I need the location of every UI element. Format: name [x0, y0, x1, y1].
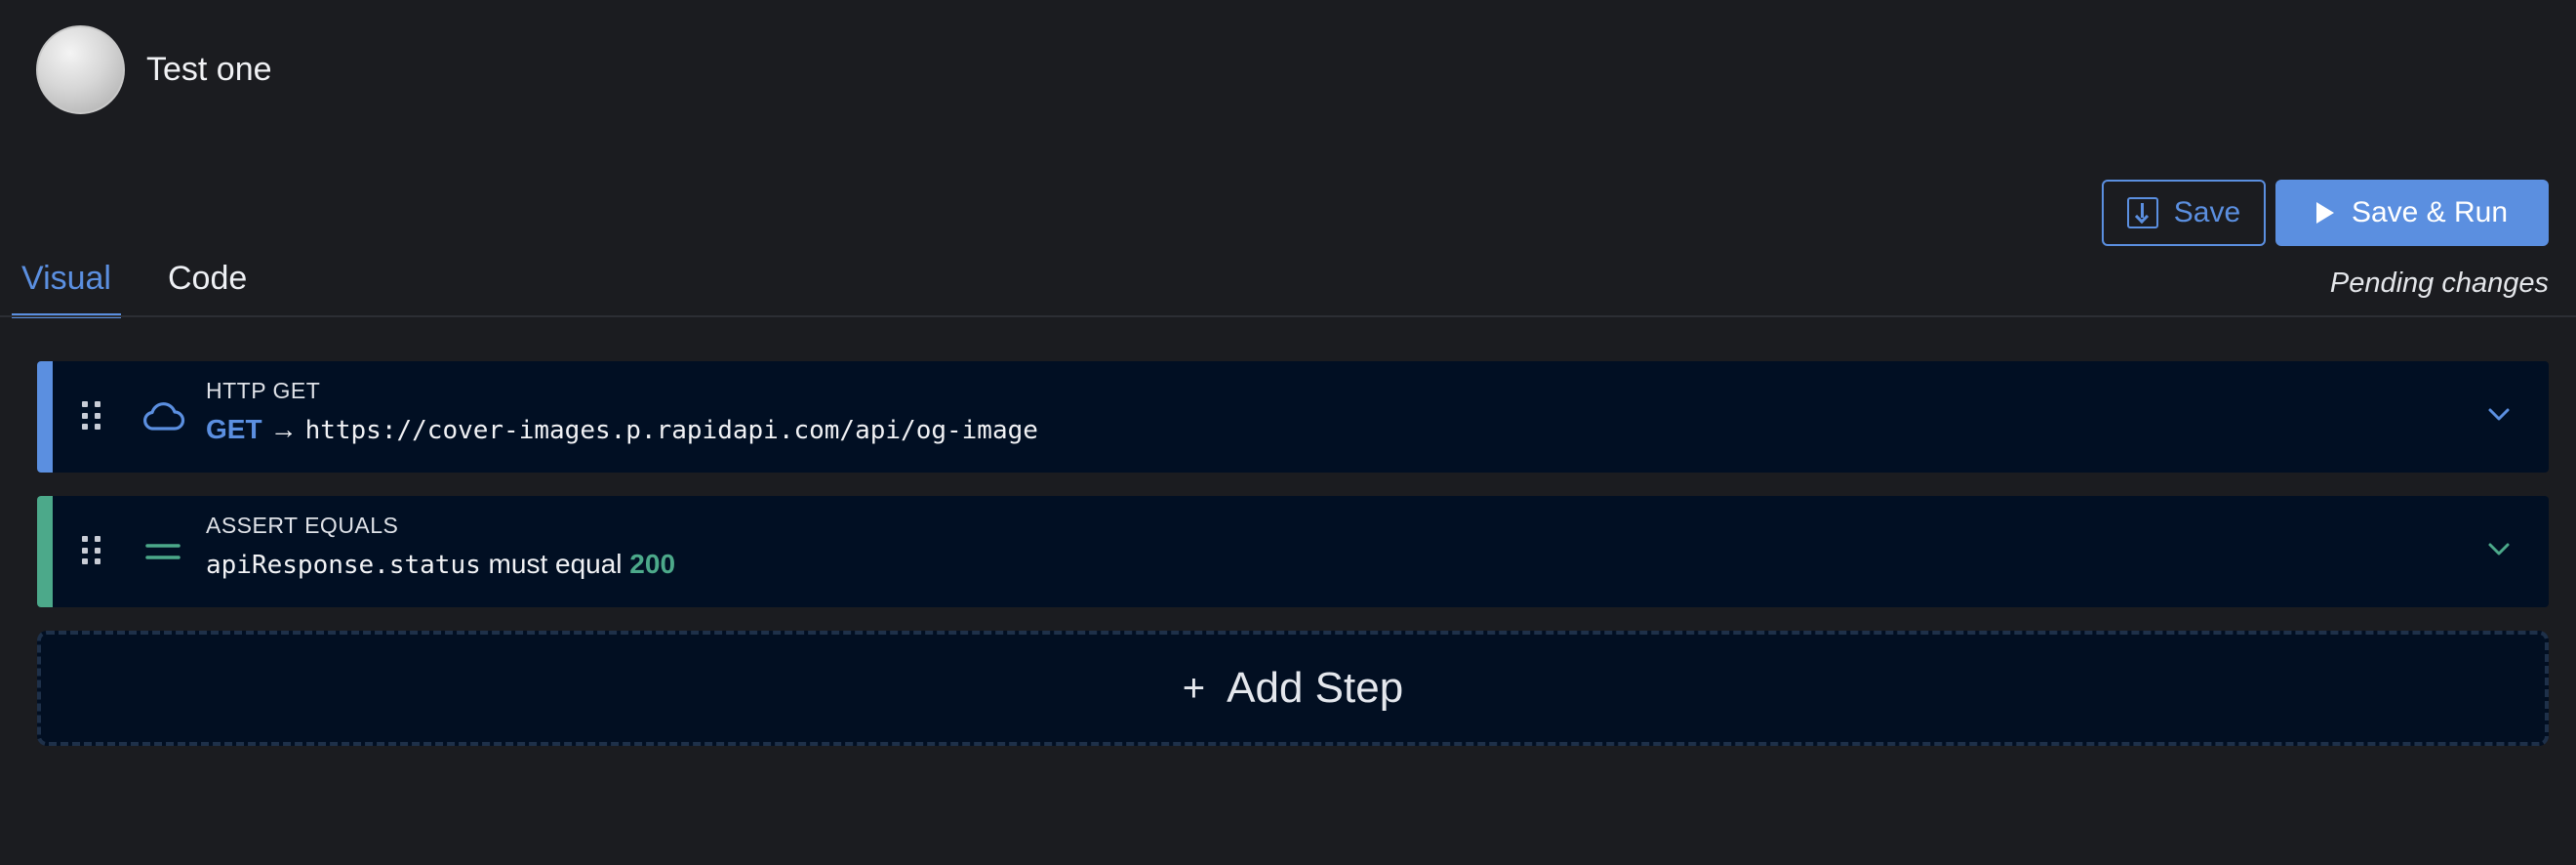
action-buttons: Save Save & Run	[2102, 180, 2549, 246]
step-accent-bar	[37, 496, 53, 607]
save-icon	[2126, 197, 2158, 228]
tabs-divider	[0, 315, 2576, 317]
step-card-http-get[interactable]: HTTP GET GET → https://cover-images.p.rapi…	[37, 361, 2549, 473]
save-button-label: Save	[2173, 196, 2241, 228]
step-type-label: ASSERT EQUALS	[206, 513, 399, 538]
arrow-icon: →	[269, 414, 298, 444]
add-step-button[interactable]: + Add Step	[37, 631, 2549, 746]
step-list: HTTP GET GET → https://cover-images.p.rapi…	[37, 361, 2549, 746]
step-accent-bar	[37, 361, 53, 473]
test-title[interactable]: Test one	[146, 51, 272, 89]
request-url: https://cover-images.p.rapidapi.com/api/…	[304, 416, 1038, 445]
step-summary: apiResponse.status must equal 200	[206, 549, 675, 580]
avatar[interactable]	[36, 24, 125, 114]
drag-handle-icon[interactable]	[82, 401, 101, 431]
plus-icon: +	[1182, 666, 1206, 710]
save-and-run-button[interactable]: Save & Run	[2275, 180, 2549, 246]
step-summary: GET → https://cover-images.p.rapidapi.com/…	[206, 414, 1038, 445]
step-card-assert-equals[interactable]: ASSERT EQUALS apiResponse.status must eq…	[37, 496, 2549, 607]
editor-tabs: Visual Code	[12, 250, 294, 318]
tab-code[interactable]: Code	[158, 250, 257, 318]
play-icon	[2315, 202, 2334, 224]
http-method: GET	[206, 414, 262, 444]
add-step-label: Add Step	[1227, 664, 1404, 712]
save-button[interactable]: Save	[2102, 180, 2266, 246]
pending-changes-status: Pending changes	[2329, 268, 2549, 299]
save-and-run-label: Save & Run	[2351, 196, 2509, 228]
step-type-label: HTTP GET	[206, 378, 321, 403]
assert-expected-value: 200	[629, 549, 676, 579]
chevron-down-icon[interactable]	[2484, 400, 2514, 430]
cloud-icon	[143, 402, 185, 431]
assert-subject: apiResponse.status	[206, 551, 481, 580]
assert-operator: must equal	[488, 549, 623, 579]
drag-handle-icon[interactable]	[82, 536, 101, 565]
test-header: Test one	[36, 23, 272, 115]
equals-icon	[145, 544, 181, 559]
chevron-down-icon[interactable]	[2484, 535, 2514, 564]
tab-visual[interactable]: Visual	[12, 250, 121, 318]
